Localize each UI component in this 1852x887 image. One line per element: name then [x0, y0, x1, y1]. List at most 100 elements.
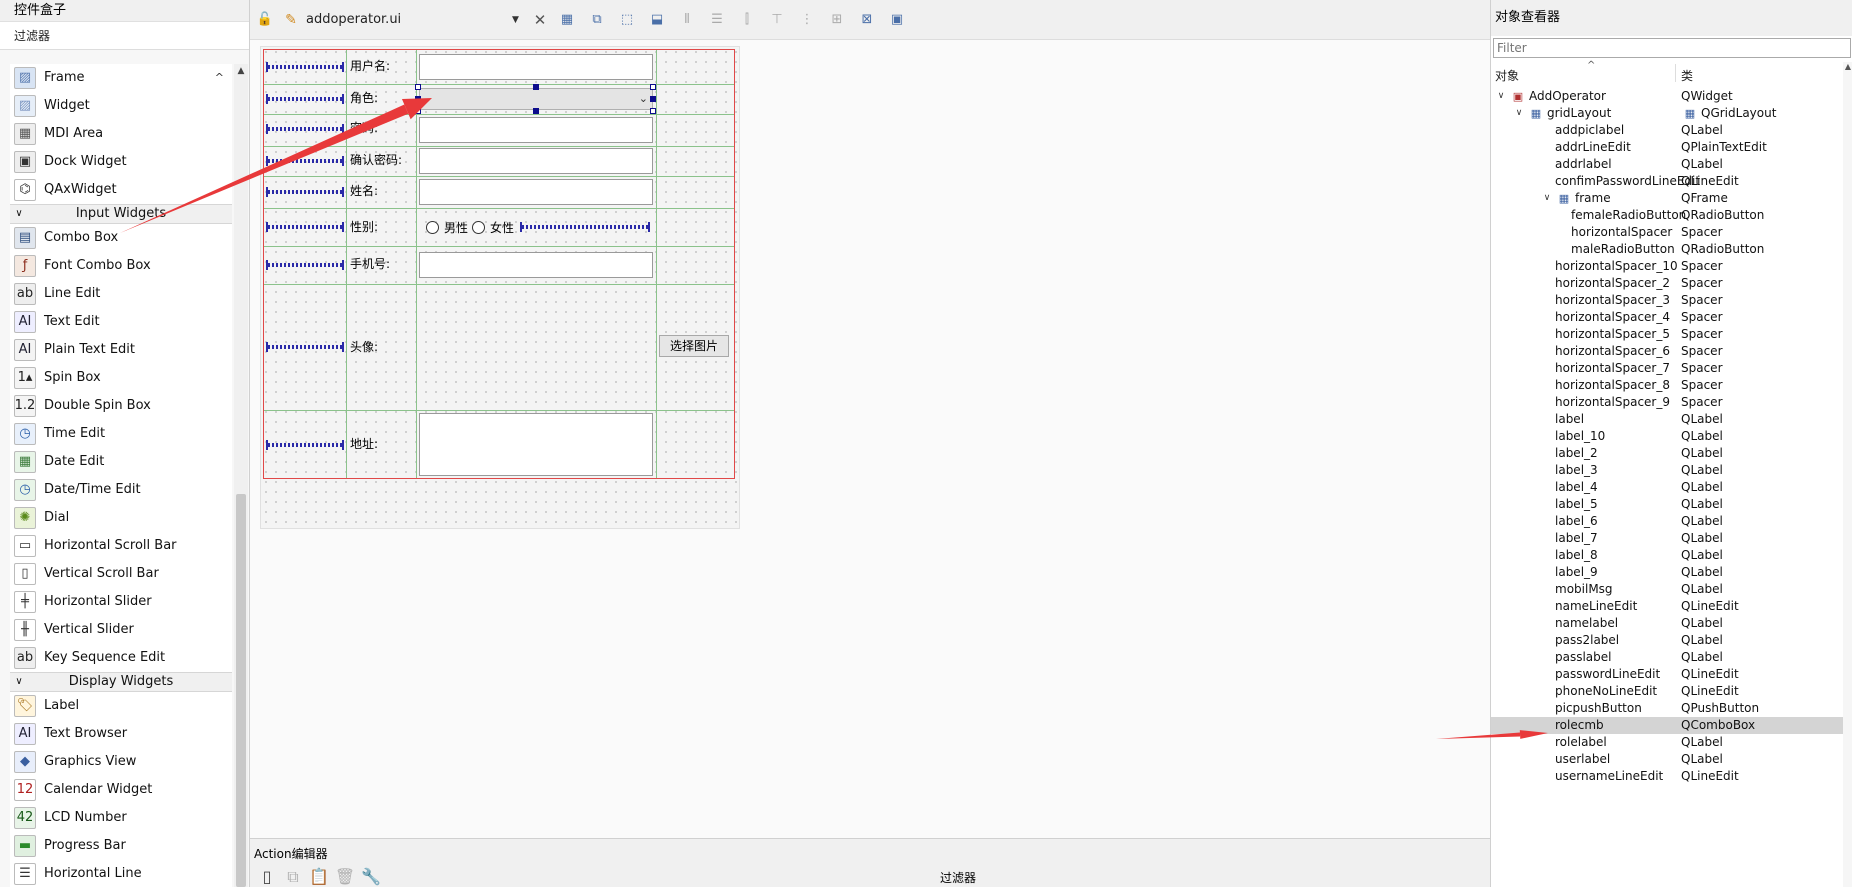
chevron-down-icon[interactable]: ▼: [512, 15, 528, 25]
object-tree-row[interactable]: ∨ ▦ frame QFrame: [1491, 190, 1843, 207]
widget-box-item[interactable]: ▣ Dock Widget: [10, 148, 232, 176]
action-editor-filter[interactable]: 过滤器: [940, 869, 976, 886]
layout-vertical-icon[interactable]: ☰: [703, 8, 731, 32]
horizontal-spacer[interactable]: [266, 342, 344, 352]
edit-widgets-icon[interactable]: ▦: [553, 8, 581, 32]
object-tree-row[interactable]: horizontalSpacer_9 Spacer: [1491, 394, 1843, 411]
layout-form-icon[interactable]: ⋮: [793, 8, 821, 32]
widget-box-scrollbar[interactable]: ▲: [234, 64, 248, 887]
widget-box-item[interactable]: ☰ Horizontal Line: [10, 860, 232, 887]
object-tree-row[interactable]: horizontalSpacer Spacer: [1491, 224, 1843, 241]
widget-box-item[interactable]: ▦ MDI Area: [10, 120, 232, 148]
object-tree-row[interactable]: nameLineEdit QLineEdit: [1491, 598, 1843, 615]
widget-box-item[interactable]: ▭ Horizontal Scroll Bar: [10, 532, 232, 560]
widget-box-item[interactable]: 1▴ Spin Box: [10, 364, 232, 392]
new-action-icon[interactable]: ▯: [254, 867, 280, 887]
object-tree-row[interactable]: label_3 QLabel: [1491, 462, 1843, 479]
object-tree-row[interactable]: usernameLineEdit QLineEdit: [1491, 768, 1843, 785]
object-tree-row[interactable]: phoneNoLineEdit QLineEdit: [1491, 683, 1843, 700]
chevron-down-icon[interactable]: ∨: [10, 204, 28, 224]
widget-box-item[interactable]: 🏷 Label: [10, 692, 232, 720]
edit-buddies-icon[interactable]: ⬚: [613, 8, 641, 32]
widget-box-item[interactable]: AI Plain Text Edit: [10, 336, 232, 364]
widget-box-item[interactable]: ✺ Dial: [10, 504, 232, 532]
paste-icon[interactable]: 📋: [306, 867, 332, 887]
scroll-up-icon[interactable]: ▲: [1843, 62, 1852, 71]
name-input[interactable]: [419, 179, 653, 205]
female-radio[interactable]: 女性: [472, 217, 514, 237]
wrench-icon[interactable]: 🔧: [358, 867, 384, 887]
chevron-down-icon[interactable]: ⌄: [639, 89, 648, 109]
male-radio[interactable]: 男性: [426, 217, 468, 237]
horizontal-spacer[interactable]: [520, 222, 650, 232]
address-text-edit[interactable]: [419, 413, 653, 476]
horizontal-spacer[interactable]: [266, 260, 344, 270]
selection-handle[interactable]: [533, 84, 539, 90]
object-tree-row[interactable]: horizontalSpacer_10 Spacer: [1491, 258, 1843, 275]
widget-box-item[interactable]: 42 LCD Number: [10, 804, 232, 832]
horizontal-spacer[interactable]: [266, 156, 344, 166]
object-tree-row[interactable]: horizontalSpacer_5 Spacer: [1491, 326, 1843, 343]
horizontal-spacer[interactable]: [266, 62, 344, 72]
widget-box-item[interactable]: ▨ Frame ^: [10, 64, 232, 92]
object-tree-row[interactable]: label_10 QLabel: [1491, 428, 1843, 445]
widget-box-item[interactable]: ◷ Date/Time Edit: [10, 476, 232, 504]
object-tree-row[interactable]: label_8 QLabel: [1491, 547, 1843, 564]
object-tree-row[interactable]: namelabel QLabel: [1491, 615, 1843, 632]
selection-handle[interactable]: [650, 108, 656, 114]
object-tree-row[interactable]: label_6 QLabel: [1491, 513, 1843, 530]
widget-box-item[interactable]: AI Text Edit: [10, 308, 232, 336]
widget-box-item[interactable]: ƒ Font Combo Box: [10, 252, 232, 280]
widget-box-item[interactable]: ab Key Sequence Edit: [10, 644, 232, 672]
object-tree-row[interactable]: pass2label QLabel: [1491, 632, 1843, 649]
selection-handle[interactable]: [415, 96, 421, 102]
object-tree-row[interactable]: passlabel QLabel: [1491, 649, 1843, 666]
object-tree-row[interactable]: horizontalSpacer_3 Spacer: [1491, 292, 1843, 309]
widget-box-category[interactable]: ∨ Display Widgets: [10, 672, 232, 692]
copy-icon[interactable]: ⧉: [280, 867, 306, 887]
widget-box-item[interactable]: 12 Calendar Widget: [10, 776, 232, 804]
object-tree-row[interactable]: addrlabel QLabel: [1491, 156, 1843, 173]
horizontal-spacer[interactable]: [266, 187, 344, 197]
widget-box-item[interactable]: ▨ Widget: [10, 92, 232, 120]
break-layout-icon[interactable]: ⊠: [853, 8, 881, 32]
selection-handle[interactable]: [650, 84, 656, 90]
object-tree-row[interactable]: ∨ ▦ gridLayout ▦ QGridLayout: [1491, 105, 1843, 122]
selection-handle[interactable]: [650, 96, 656, 102]
expand-chevron-icon[interactable]: ∨: [1513, 105, 1525, 122]
object-tree-row[interactable]: ∨ ▣ AddOperator QWidget: [1491, 88, 1843, 105]
phone-input[interactable]: [419, 252, 653, 278]
object-tree-row[interactable]: label_7 QLabel: [1491, 530, 1843, 547]
scrollbar-thumb[interactable]: [236, 494, 246, 887]
layout-horizontal-icon[interactable]: ⫴: [673, 8, 701, 32]
widget-box-item[interactable]: ╫ Vertical Slider: [10, 616, 232, 644]
grid-layout[interactable]: 用户名: 角色: 密码: 确认密码: 姓名: 性别: 手机号: 头像: 地址: …: [263, 49, 735, 479]
chevron-down-icon[interactable]: ∨: [10, 672, 28, 692]
chevron-up-icon[interactable]: ^: [215, 64, 224, 92]
password-input[interactable]: [419, 117, 653, 143]
widget-box-item[interactable]: ▯ Vertical Scroll Bar: [10, 560, 232, 588]
inspector-filter-input[interactable]: [1493, 38, 1851, 58]
object-tree-row[interactable]: label QLabel: [1491, 411, 1843, 428]
widget-box-item[interactable]: AI Text Browser: [10, 720, 232, 748]
column-class-header[interactable]: 类: [1681, 67, 1693, 84]
object-tree-row[interactable]: horizontalSpacer_7 Spacer: [1491, 360, 1843, 377]
layout-splitter-h-icon[interactable]: ⫿: [733, 8, 761, 32]
object-tree-row[interactable]: label_2 QLabel: [1491, 445, 1843, 462]
object-tree-row[interactable]: confimPasswordLineEdit QLineEdit: [1491, 173, 1843, 190]
object-tree-row[interactable]: horizontalSpacer_6 Spacer: [1491, 343, 1843, 360]
role-combo[interactable]: ⌄: [419, 88, 653, 110]
object-tree-row[interactable]: femaleRadioButton QRadioButton: [1491, 207, 1843, 224]
username-input[interactable]: [419, 54, 653, 80]
column-object-header[interactable]: 对象: [1495, 67, 1519, 84]
expand-chevron-icon[interactable]: ∨: [1495, 88, 1507, 105]
form-canvas[interactable]: 用户名: 角色: 密码: 确认密码: 姓名: 性别: 手机号: 头像: 地址: …: [260, 46, 740, 529]
widget-box-item[interactable]: ▤ Combo Box: [10, 224, 232, 252]
object-tree-row[interactable]: label_4 QLabel: [1491, 479, 1843, 496]
object-tree-row[interactable]: horizontalSpacer_2 Spacer: [1491, 275, 1843, 292]
selection-handle[interactable]: [415, 108, 421, 114]
object-tree-row[interactable]: label_9 QLabel: [1491, 564, 1843, 581]
widget-box-item[interactable]: ▦ Date Edit: [10, 448, 232, 476]
object-tree-row[interactable]: horizontalSpacer_4 Spacer: [1491, 309, 1843, 326]
adjust-size-icon[interactable]: ▣: [883, 8, 911, 32]
